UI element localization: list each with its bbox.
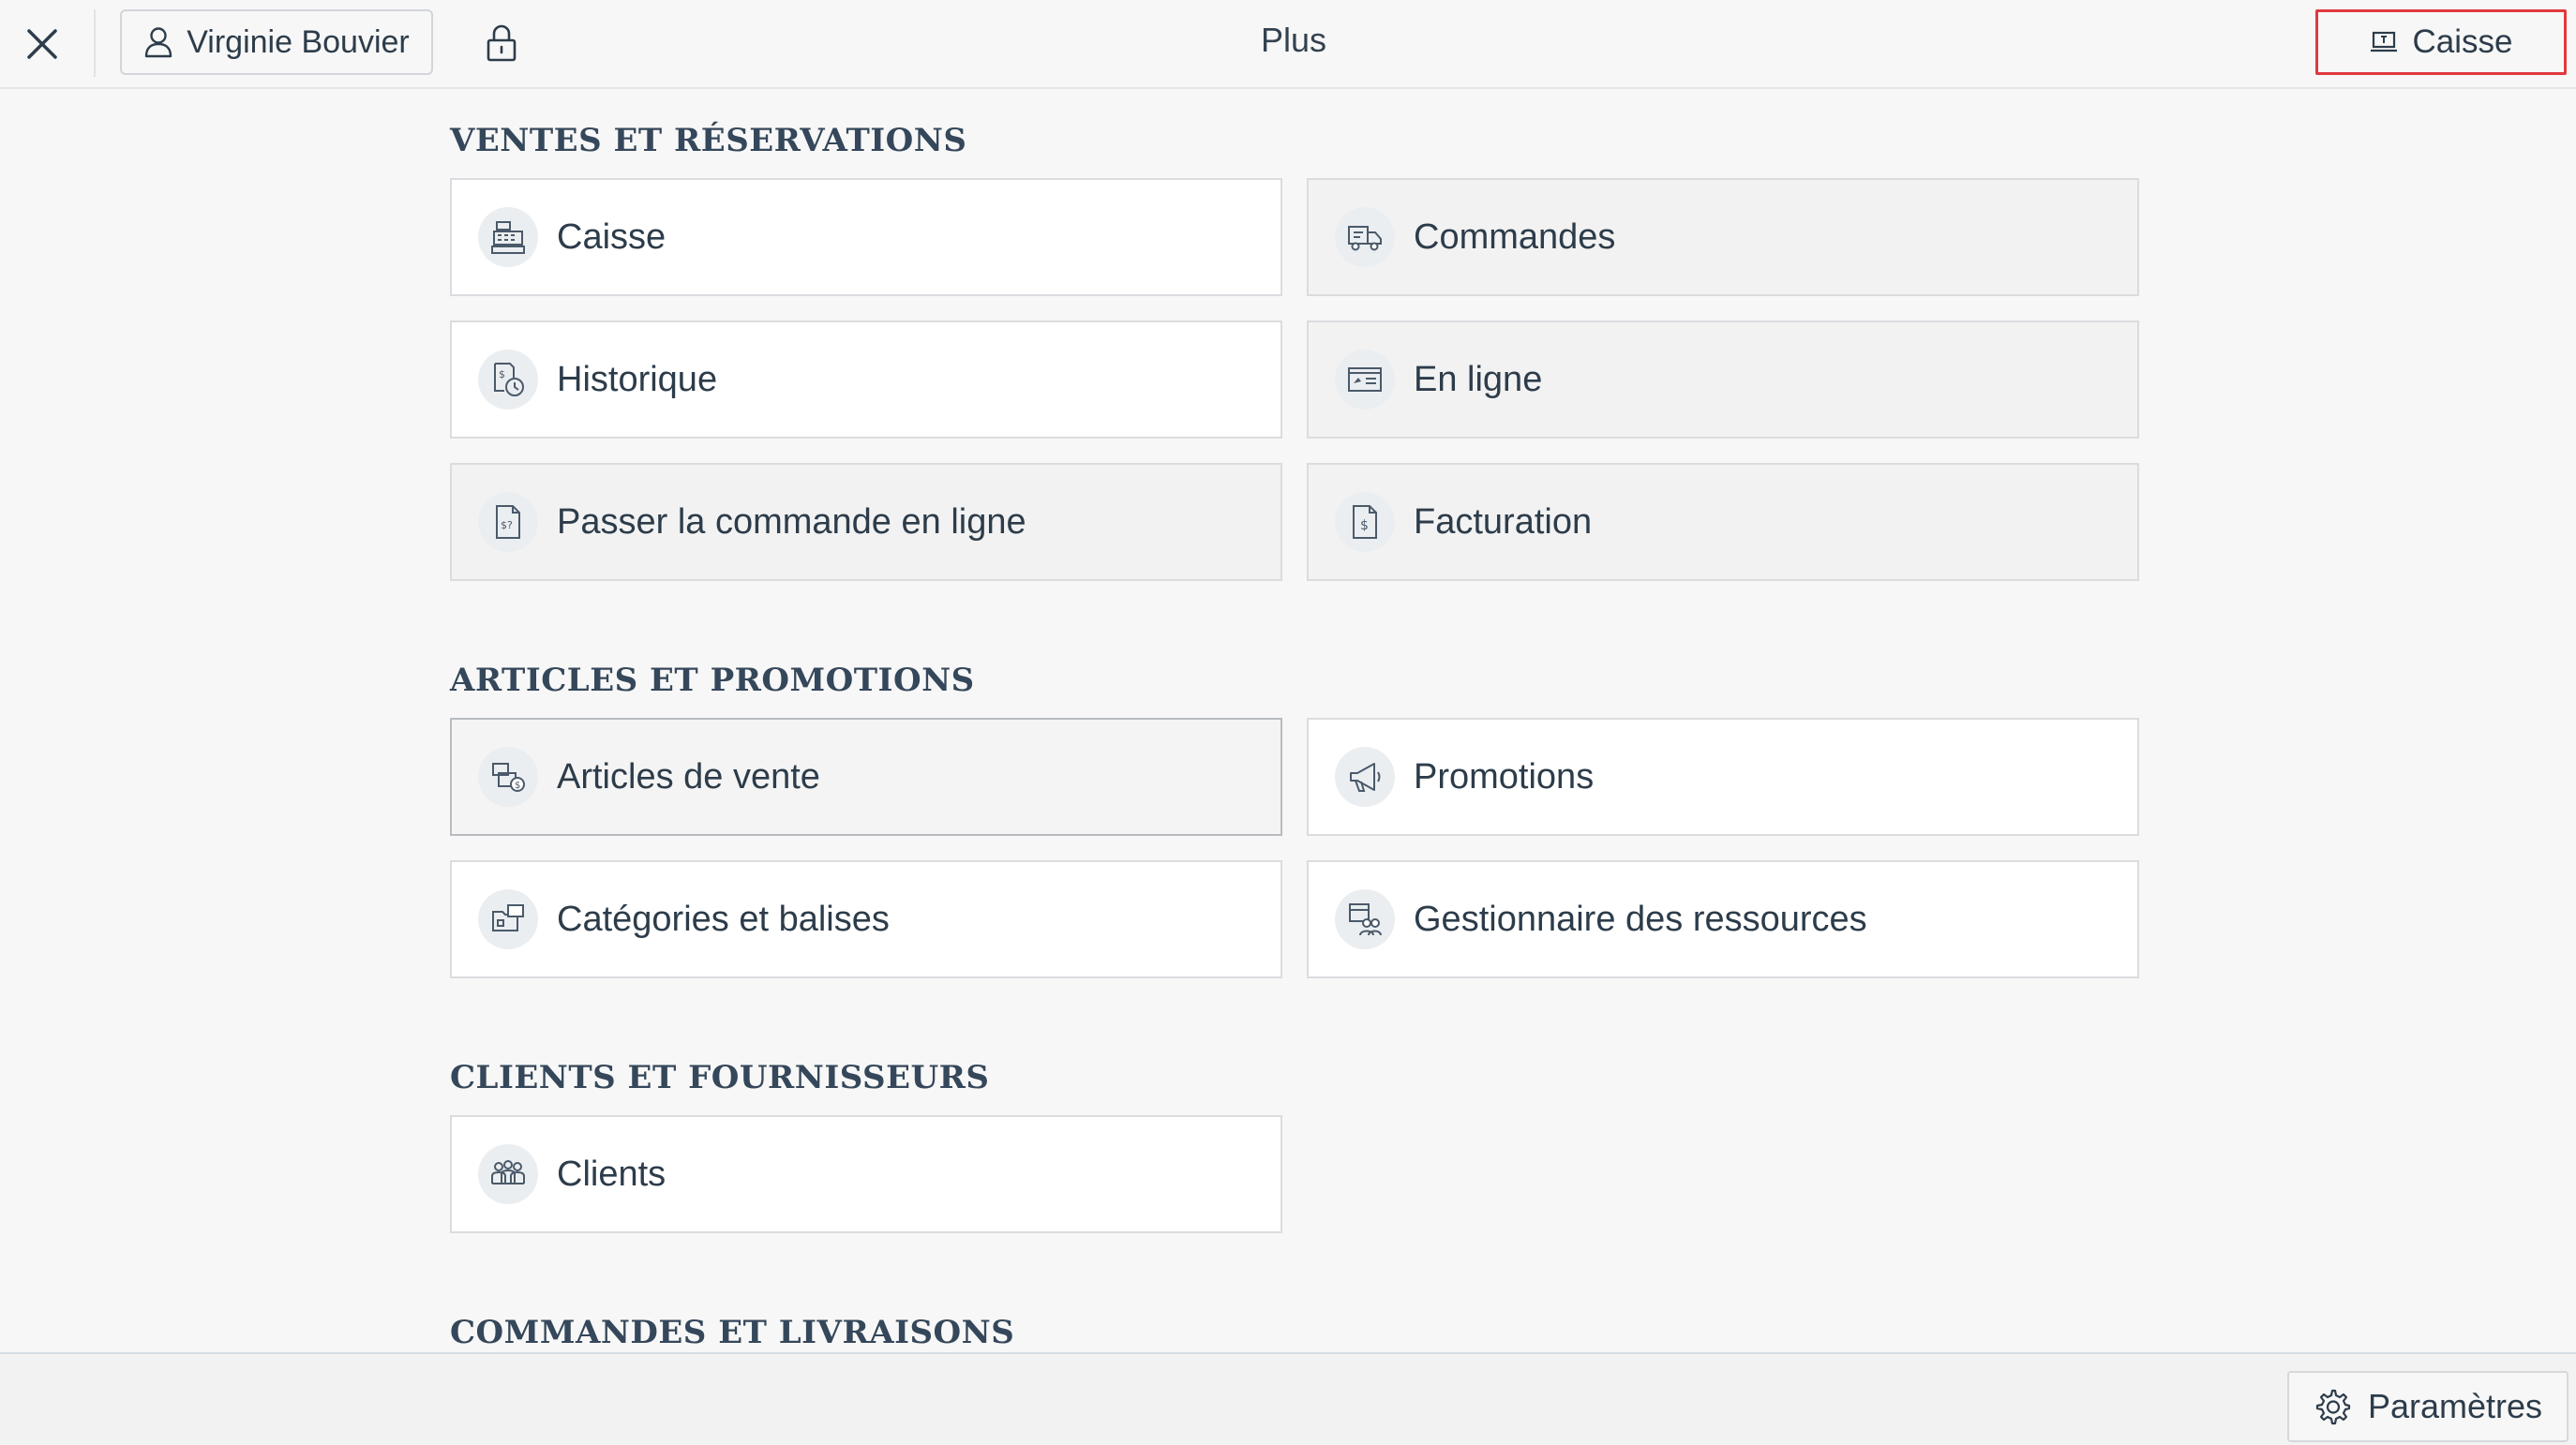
tile-articles-de-vente[interactable]: $ Articles de vente <box>450 718 1282 836</box>
megaphone-icon <box>1350 763 1381 792</box>
tile-caisse[interactable]: Caisse <box>450 178 1282 296</box>
svg-text:$: $ <box>515 781 520 791</box>
tile-label: Catégories et balises <box>557 899 890 939</box>
header-divider <box>94 9 96 77</box>
tile-en-ligne[interactable]: En ligne <box>1307 320 2139 439</box>
user-button[interactable]: Virginie Bouvier <box>120 9 433 75</box>
register-label: Caisse <box>2412 23 2513 60</box>
bottom-bar: Paramètres <box>0 1352 2576 1445</box>
register-button[interactable]: Caisse <box>2315 9 2567 75</box>
folder-tag-icon <box>492 904 524 931</box>
tile-commandes[interactable]: Commandes <box>1307 178 2139 296</box>
tile-label: Facturation <box>1414 501 1593 542</box>
register-icon <box>2370 31 2397 52</box>
settings-button[interactable]: Paramètres <box>2287 1371 2569 1442</box>
tile-label: Promotions <box>1414 756 1595 797</box>
svg-text:$: $ <box>1360 518 1369 533</box>
tile-facturation[interactable]: $ Facturation <box>1307 463 2139 581</box>
tile-promotions[interactable]: Promotions <box>1307 718 2139 836</box>
tile-categories[interactable]: Catégories et balises <box>450 860 1282 978</box>
resources-people-icon <box>1349 903 1382 936</box>
tile-historique[interactable]: $ Historique <box>450 320 1282 439</box>
page-title: Plus <box>1260 21 1327 59</box>
tile-label: En ligne <box>1414 359 1543 399</box>
delivery-truck-icon <box>1348 226 1382 251</box>
close-icon <box>27 29 57 59</box>
section-title-sales: VENTES ET RÉSERVATIONS <box>450 122 967 159</box>
svg-text:$: $ <box>499 368 505 380</box>
tile-label: Historique <box>557 359 718 399</box>
tile-label: Commandes <box>1414 216 1616 257</box>
tile-clients[interactable]: Clients <box>450 1115 1282 1233</box>
tile-gestionnaire-ressources[interactable]: Gestionnaire des ressources <box>1307 860 2139 978</box>
boxes-price-icon: $ <box>492 763 525 792</box>
billing-document-icon: $ <box>1353 505 1377 539</box>
tile-passer-commande[interactable]: $? Passer la commande en ligne <box>450 463 1282 581</box>
tile-label: Passer la commande en ligne <box>557 501 1026 542</box>
section-title-commandes-livraisons: COMMANDES ET LIVRAISONS <box>450 1314 1015 1351</box>
lock-button[interactable] <box>478 17 525 69</box>
lock-icon <box>487 24 517 62</box>
tile-label: Caisse <box>557 216 666 257</box>
close-button[interactable] <box>13 15 71 73</box>
customers-group-icon <box>491 1160 525 1184</box>
svg-text:$?: $? <box>501 519 513 531</box>
user-icon <box>145 27 172 58</box>
section-title-articles: ARTICLES ET PROMOTIONS <box>450 662 975 699</box>
invoice-document-icon: $? <box>496 505 520 539</box>
gear-icon <box>2315 1389 2351 1425</box>
top-bar: Virginie Bouvier Plus Caisse <box>0 0 2576 89</box>
tile-label: Gestionnaire des ressources <box>1414 899 1867 939</box>
settings-label: Paramètres <box>2367 1387 2543 1425</box>
section-title-clients: CLIENTS ET FOURNISSEURS <box>450 1059 990 1096</box>
tile-label: Articles de vente <box>557 756 820 797</box>
user-name: Virginie Bouvier <box>187 23 410 60</box>
online-card-icon <box>1348 367 1382 392</box>
cash-register-icon <box>491 221 525 254</box>
receipt-clock-icon: $ <box>494 363 524 396</box>
tile-label: Clients <box>557 1154 666 1194</box>
